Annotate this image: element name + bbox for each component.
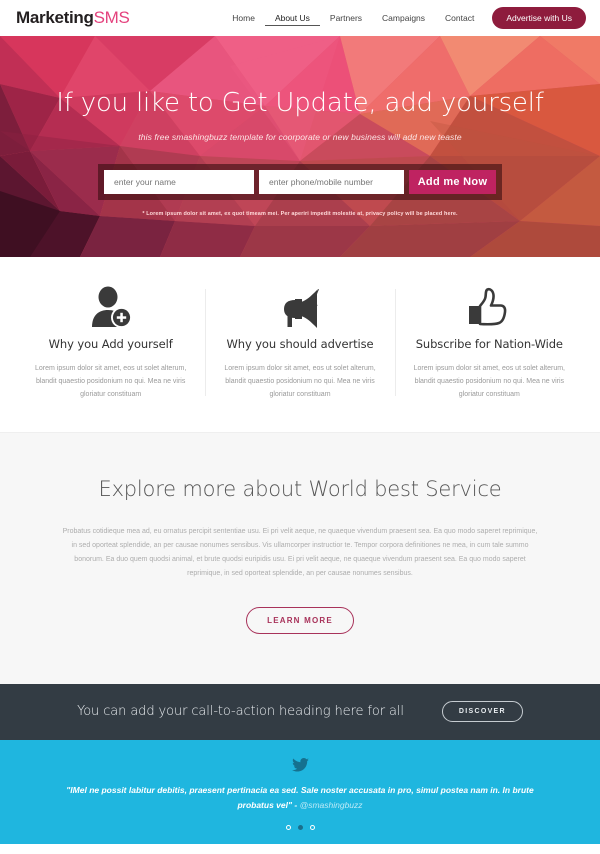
- testimonial-handle: @smashingbuzz: [299, 799, 363, 810]
- nav-item-partners[interactable]: Partners: [320, 10, 372, 27]
- hero-subheading: this free smashingbuzz template for coor…: [138, 132, 462, 142]
- name-input[interactable]: [104, 170, 254, 194]
- phone-input[interactable]: [259, 170, 404, 194]
- explore-section: Explore more about World best Service Pr…: [0, 431, 600, 684]
- discover-button[interactable]: DISCOVER: [441, 701, 523, 723]
- nav-item-home[interactable]: Home: [222, 10, 265, 27]
- site-logo[interactable]: MarketingSMS: [16, 8, 130, 28]
- carousel-dots: [60, 824, 540, 830]
- nav-item-campaigns[interactable]: Campaigns: [372, 10, 435, 27]
- feature-subscribe: Subscribe for Nation-Wide Lorem ipsum do…: [394, 283, 584, 402]
- twitter-icon: [60, 756, 540, 774]
- hero-heading: If you like to Get Update, add yourself: [56, 88, 544, 118]
- main-navigation: Home About Us Partners Campaigns Contact…: [222, 7, 586, 29]
- feature-title: Why you should advertise: [226, 337, 374, 351]
- logo-primary-text: Marketing: [16, 8, 94, 27]
- carousel-dot-1[interactable]: [285, 824, 291, 830]
- carousel-dot-2[interactable]: [297, 824, 303, 830]
- testimonial-section: "IMel ne possit labitur debitis, praesen…: [0, 739, 600, 844]
- features-section: Why you Add yourself Lorem ipsum dolor s…: [0, 257, 600, 432]
- feature-title: Why you Add yourself: [48, 337, 173, 351]
- testimonial-quote: "IMel ne possit labitur debitis, praesen…: [60, 783, 540, 813]
- feature-add-yourself: Why you Add yourself Lorem ipsum dolor s…: [16, 283, 205, 402]
- nav-item-contact[interactable]: Contact: [435, 10, 484, 27]
- advertise-with-us-button[interactable]: Advertise with Us: [492, 7, 586, 29]
- add-me-now-button[interactable]: Add me Now: [409, 170, 496, 194]
- privacy-note: * Lorem ipsum dolor sit amet, ex quot ti…: [142, 211, 458, 217]
- nav-item-about-us[interactable]: About Us: [264, 10, 320, 26]
- feature-advertise: Why you should advertise Lorem ipsum dol…: [205, 283, 394, 402]
- quote-separator: -: [292, 799, 300, 810]
- learn-more-button[interactable]: LEARN MORE: [246, 606, 354, 634]
- feature-body: Lorem ipsum dolor sit amet, eos ut solet…: [224, 365, 376, 398]
- thumbs-up-icon: [409, 283, 570, 331]
- cta-heading: You can add your call-to-action heading …: [77, 704, 404, 720]
- explore-body: Probatus cotidieque mea ad, eu ornatus p…: [62, 527, 538, 577]
- logo-accent-text: SMS: [93, 8, 130, 27]
- feature-title: Subscribe for Nation-Wide: [415, 337, 563, 351]
- site-footer: Copyright © 2015 MarketingSMS, Creative …: [0, 843, 600, 854]
- call-to-action-band: You can add your call-to-action heading …: [0, 683, 600, 740]
- explore-heading: Explore more about World best Service: [98, 476, 502, 501]
- carousel-dot-3[interactable]: [309, 824, 315, 830]
- megaphone-icon: [219, 283, 380, 331]
- add-user-icon: [30, 283, 191, 331]
- hero-section: If you like to Get Update, add yourself …: [0, 36, 600, 257]
- landing-page: MarketingSMS Home About Us Partners Camp…: [0, 0, 600, 854]
- feature-body: Lorem ipsum dolor sit amet, eos ut solet…: [34, 365, 187, 398]
- site-header: MarketingSMS Home About Us Partners Camp…: [0, 0, 600, 36]
- feature-body: Lorem ipsum dolor sit amet, eos ut solet…: [413, 365, 565, 398]
- signup-form: Add me Now: [98, 164, 502, 200]
